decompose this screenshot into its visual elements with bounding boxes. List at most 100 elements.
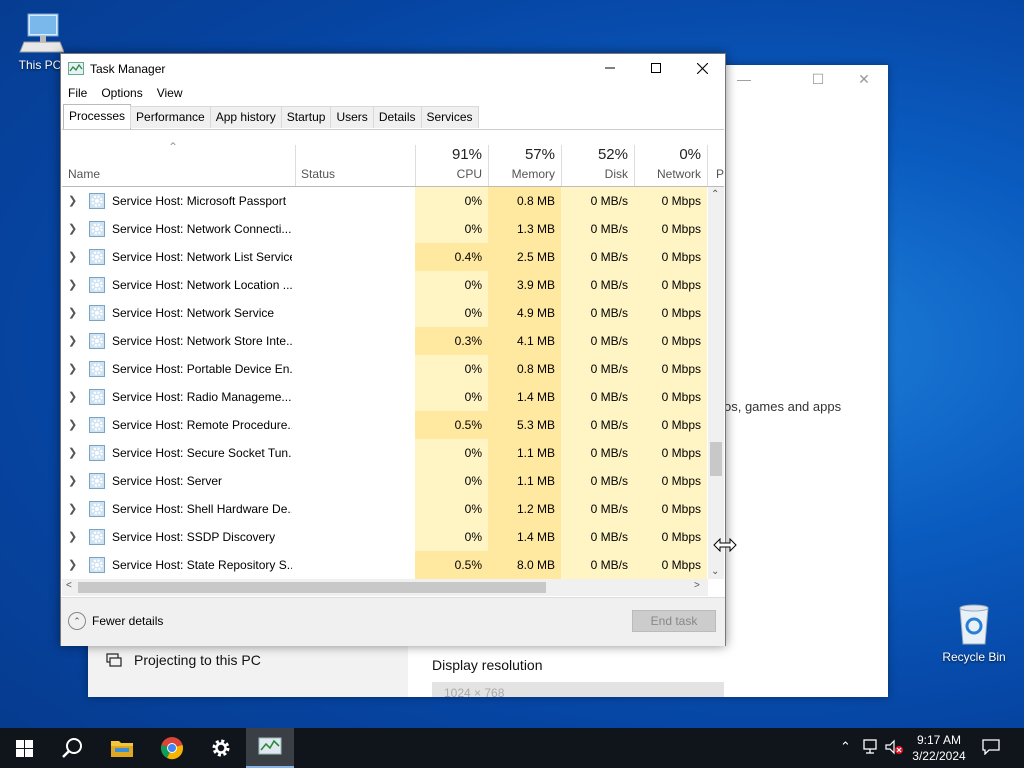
expand-chevron-icon[interactable]: ❯ [68,194,77,207]
memory-value: 4.1 MB [516,334,555,348]
expand-chevron-icon[interactable]: ❯ [68,334,77,347]
expand-chevron-icon[interactable]: ❯ [68,306,77,319]
table-row[interactable]: ❯ Service Host: Network List Service 0.4… [62,243,708,271]
show-hidden-icons-chevron-icon[interactable]: ⌃ [840,739,851,755]
scroll-down-icon[interactable]: ⌄ [711,566,719,577]
horizontal-scroll-thumb[interactable] [78,582,546,593]
maximize-button[interactable] [633,54,679,82]
memory-value: 1.1 MB [516,474,555,488]
network-icon[interactable] [862,739,880,758]
end-task-button[interactable]: End task [632,610,716,632]
table-row[interactable]: ❯ Service Host: Network Location ... 0% … [62,271,708,299]
column-header-network[interactable]: 0% Network [634,130,707,186]
expand-chevron-icon[interactable]: ❯ [68,222,77,235]
expand-chevron-icon[interactable]: ❯ [68,278,77,291]
recycle-bin-desktop-icon[interactable]: Recycle Bin [934,600,1014,664]
memory-value: 1.4 MB [516,530,555,544]
settings-minimize-button[interactable]: — [730,71,758,91]
table-row[interactable]: ❯ Service Host: Server 0% 1.1 MB 0 MB/s … [62,467,708,495]
scroll-left-icon[interactable]: < [66,580,72,591]
column-header-power-partial[interactable]: P [707,130,724,186]
expand-chevron-icon[interactable]: ❯ [68,474,77,487]
minimize-button[interactable] [587,54,633,82]
table-row[interactable]: ❯ Service Host: State Repository S... 0.… [62,551,708,579]
process-name: Service Host: Secure Socket Tun... [112,446,292,460]
search-button[interactable] [48,728,96,768]
display-resolution-select[interactable]: 1024 × 768 [432,682,724,697]
service-gear-icon [89,529,105,545]
process-name: Service Host: Network Location ... [112,278,292,292]
cpu-value: 0% [464,362,482,376]
expand-chevron-icon[interactable]: ❯ [68,418,77,431]
table-row[interactable]: ❯ Service Host: Secure Socket Tun... 0% … [62,439,708,467]
table-row[interactable]: ❯ Service Host: Network Service 0% 4.9 M… [62,299,708,327]
tab-processes[interactable]: Processes [63,104,132,129]
scroll-right-icon[interactable]: > [694,580,700,591]
tab-startup[interactable]: Startup [280,106,332,128]
table-row[interactable]: ❯ Service Host: SSDP Discovery 0% 1.4 MB… [62,523,708,551]
cpu-value: 0% [464,502,482,516]
start-button[interactable] [0,728,48,768]
chrome-taskbar-button[interactable] [148,728,196,768]
expand-chevron-icon[interactable]: ❯ [68,390,77,403]
service-gear-icon [89,445,105,461]
file-explorer-taskbar-button[interactable] [98,728,146,768]
table-row[interactable]: ❯ Service Host: Portable Device En... 0%… [62,355,708,383]
menu-view[interactable]: View [150,84,190,104]
close-button[interactable] [679,54,725,82]
column-header-name[interactable]: Name [62,130,295,186]
column-header-memory[interactable]: 57% Memory [488,130,561,186]
tab-details[interactable]: Details [372,106,422,128]
fewer-details-button[interactable]: ⌃ Fewer details [68,612,163,630]
network-value: 0 Mbps [661,306,701,320]
table-row[interactable]: ❯ Service Host: Radio Manageme... 0% 1.4… [62,383,708,411]
tab-performance[interactable]: Performance [130,106,211,128]
column-header-status[interactable]: Status [295,130,415,186]
disk-value: 0 MB/s [590,362,628,376]
table-row[interactable]: ❯ Service Host: Network Connecti... 0% 1… [62,215,708,243]
expand-chevron-icon[interactable]: ❯ [68,362,77,375]
search-icon [62,738,82,758]
cpu-value: 0% [464,278,482,292]
system-clock[interactable]: 9:17 AM 3/22/2024 [910,732,968,764]
title-bar[interactable]: Task Manager [61,54,725,82]
chrome-icon [161,737,183,760]
settings-taskbar-button[interactable] [197,728,245,768]
tab-users[interactable]: Users [330,106,374,128]
vertical-scroll-thumb[interactable] [710,442,722,476]
menu-file[interactable]: File [61,84,94,104]
network-value: 0 Mbps [661,222,701,236]
disk-value: 0 MB/s [590,558,628,572]
clock-time: 9:17 AM [916,733,962,747]
expand-chevron-icon[interactable]: ❯ [68,530,77,543]
process-name: Service Host: Network Store Inte... [112,334,292,348]
scroll-up-icon[interactable]: ⌃ [711,189,719,200]
service-gear-icon [89,361,105,377]
memory-value: 2.5 MB [516,250,555,264]
expand-chevron-icon[interactable]: ❯ [68,446,77,459]
process-name: Service Host: Network Service [112,306,275,320]
table-row[interactable]: ❯ Service Host: Shell Hardware De... 0% … [62,495,708,523]
settings-maximize-button[interactable]: ☐ [804,71,832,91]
expand-chevron-icon[interactable]: ❯ [68,502,77,515]
horizontal-scrollbar[interactable]: < > [62,579,708,596]
notification-center-icon[interactable] [982,739,1000,758]
column-header-disk[interactable]: 52% Disk [561,130,634,186]
settings-description-text: os, games and apps [724,399,842,414]
expand-chevron-icon[interactable]: ❯ [68,558,77,571]
settings-nav-projecting[interactable]: Projecting to this PC [106,652,261,668]
tab-app-history[interactable]: App history [209,106,282,128]
menu-options[interactable]: Options [94,84,149,104]
process-name: Service Host: SSDP Discovery [112,530,276,544]
vertical-scrollbar[interactable]: ⌃ ⌄ [708,187,724,579]
table-row[interactable]: ❯ Service Host: Network Store Inte... 0.… [62,327,708,355]
tab-services[interactable]: Services [420,106,479,128]
volume-muted-icon[interactable] [884,739,904,758]
expand-chevron-icon[interactable]: ❯ [68,250,77,263]
column-header-cpu[interactable]: 91% CPU [415,130,488,186]
settings-close-button[interactable]: ✕ [850,71,878,91]
disk-value: 0 MB/s [590,446,628,460]
table-row[interactable]: ❯ Service Host: Microsoft Passport 0% 0.… [62,187,708,215]
task-manager-taskbar-button[interactable] [246,728,294,768]
table-row[interactable]: ❯ Service Host: Remote Procedure... 0.5%… [62,411,708,439]
